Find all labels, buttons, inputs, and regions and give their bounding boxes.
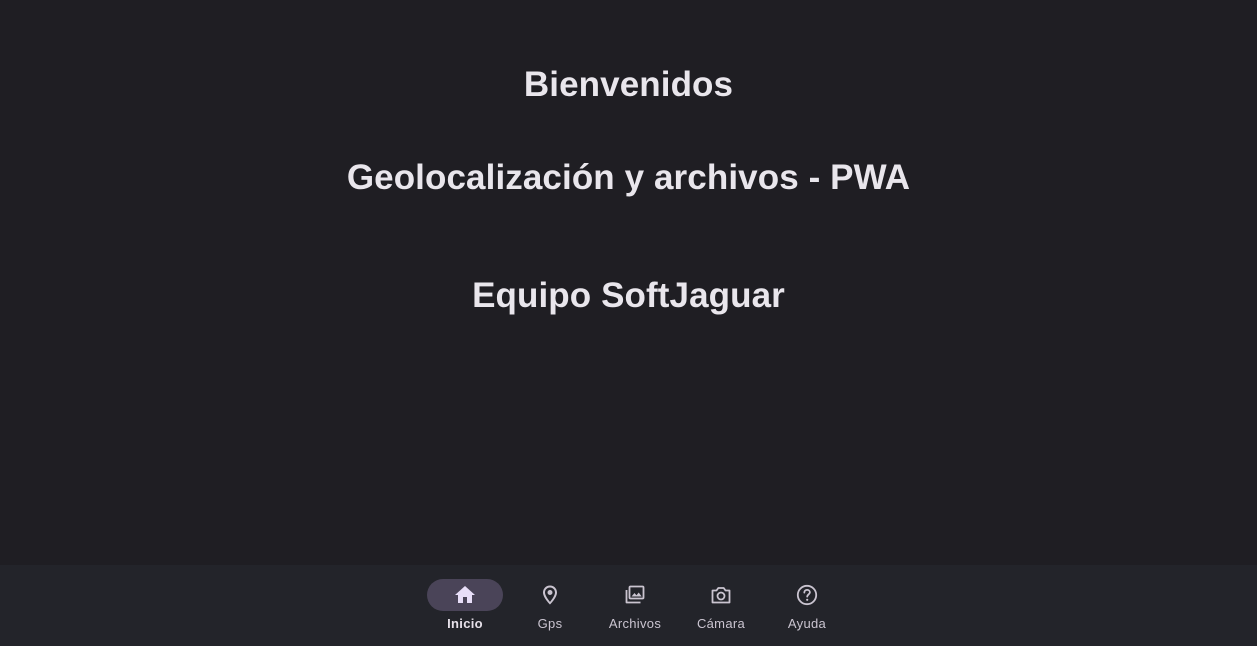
team-heading: Equipo SoftJaguar <box>472 276 785 315</box>
photo-library-icon <box>623 583 647 607</box>
nav-label-ayuda: Ayuda <box>787 616 827 631</box>
welcome-heading: Bienvenidos <box>523 65 734 104</box>
nav-item-camara[interactable]: Cámara <box>678 565 764 646</box>
nav-label-gps: Gps <box>537 616 563 631</box>
help-circle-icon <box>795 583 819 607</box>
location-pin-icon <box>538 583 562 607</box>
nav-item-archivos[interactable]: Archivos <box>592 565 678 646</box>
subtitle-heading: Geolocalización y archivos - PWA <box>346 158 911 197</box>
home-icon <box>453 583 477 607</box>
nav-label-camara: Cámara <box>696 616 746 631</box>
nav-item-ayuda[interactable]: Ayuda <box>764 565 850 646</box>
camera-icon <box>709 583 733 607</box>
nav-label-archivos: Archivos <box>608 616 662 631</box>
nav-item-inicio[interactable]: Inicio <box>422 565 508 646</box>
bottom-navigation-bar: Inicio Gps Archivos Cámara Ayuda <box>0 565 1257 646</box>
nav-label-inicio: Inicio <box>447 616 483 631</box>
nav-item-gps[interactable]: Gps <box>507 565 593 646</box>
nav-items: Inicio Gps Archivos Cámara Ayuda <box>0 565 1257 646</box>
main-content: Bienvenidos Geolocalización y archivos -… <box>0 0 1257 565</box>
app-page: Bienvenidos Geolocalización y archivos -… <box>0 0 1257 646</box>
